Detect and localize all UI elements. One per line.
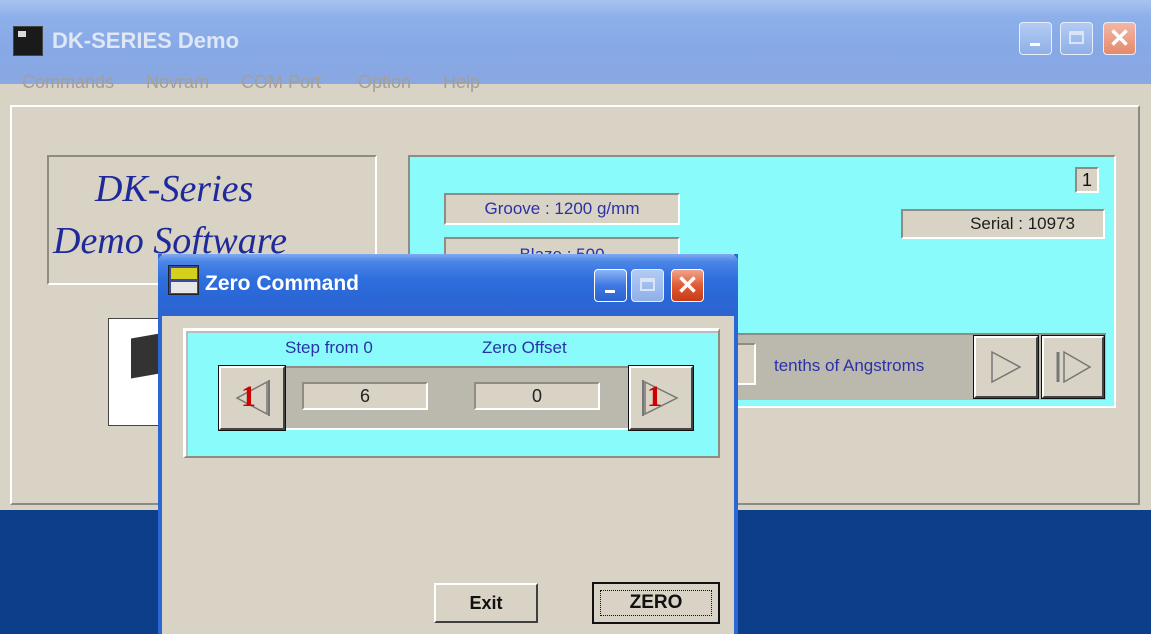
step-forward-glyph: 1	[647, 380, 662, 413]
step-to-end-button[interactable]	[1042, 336, 1104, 398]
logo-title-line1: DK-Series	[95, 168, 254, 210]
dialog-app-icon	[168, 265, 199, 295]
minimize-icon	[605, 290, 615, 293]
menu-novram[interactable]: Novram	[146, 72, 209, 93]
zero-offset-field: 0	[474, 382, 600, 410]
maximize-icon	[640, 278, 655, 291]
window-title: DK-SERIES Demo	[52, 28, 240, 53]
menu-com-port[interactable]: COM Port	[241, 72, 321, 93]
step-from-zero-field: 6	[302, 382, 428, 410]
minimize-icon	[1030, 43, 1040, 46]
maximize-button[interactable]	[1060, 22, 1093, 55]
groove-field: Groove : 1200 g/mm	[444, 193, 680, 225]
maximize-icon	[1069, 31, 1084, 44]
dialog-minimize-button[interactable]	[594, 269, 627, 302]
step-forward-button[interactable]: 1	[629, 366, 693, 430]
focus-rect	[600, 590, 712, 616]
dialog-close-button[interactable]: ✕	[671, 269, 704, 302]
zero-button[interactable]: ZERO	[592, 582, 720, 624]
exit-button[interactable]: Exit	[434, 583, 538, 623]
serial-field: Serial : 10973	[901, 209, 1105, 239]
step-from-zero-label: Step from 0	[285, 338, 373, 357]
dialog-control-strip	[218, 366, 694, 430]
menu-commands[interactable]: Commands	[22, 72, 114, 93]
app-icon	[13, 26, 43, 56]
counter-field: 1	[1075, 167, 1099, 193]
zero-offset-label: Zero Offset	[482, 338, 567, 357]
menu-bar: Commands Novram COM Port Option Help	[0, 72, 1151, 102]
close-icon: ✕	[676, 270, 699, 300]
minimize-button[interactable]	[1019, 22, 1052, 55]
step-back-glyph: 1	[241, 380, 256, 413]
units-label: tenths of Angstroms	[774, 356, 925, 375]
close-button[interactable]: ✕	[1103, 22, 1136, 55]
skip-forward-icon	[1056, 350, 1092, 384]
play-icon	[991, 350, 1022, 384]
dialog-maximize-button[interactable]	[631, 269, 664, 302]
step-back-button[interactable]: 1	[219, 366, 285, 430]
dialog-title: Zero Command	[205, 272, 360, 295]
menu-help[interactable]: Help	[443, 72, 480, 93]
close-icon: ✕	[1108, 23, 1131, 53]
menu-option[interactable]: Option	[358, 72, 411, 93]
step-forward-button[interactable]	[974, 336, 1038, 398]
